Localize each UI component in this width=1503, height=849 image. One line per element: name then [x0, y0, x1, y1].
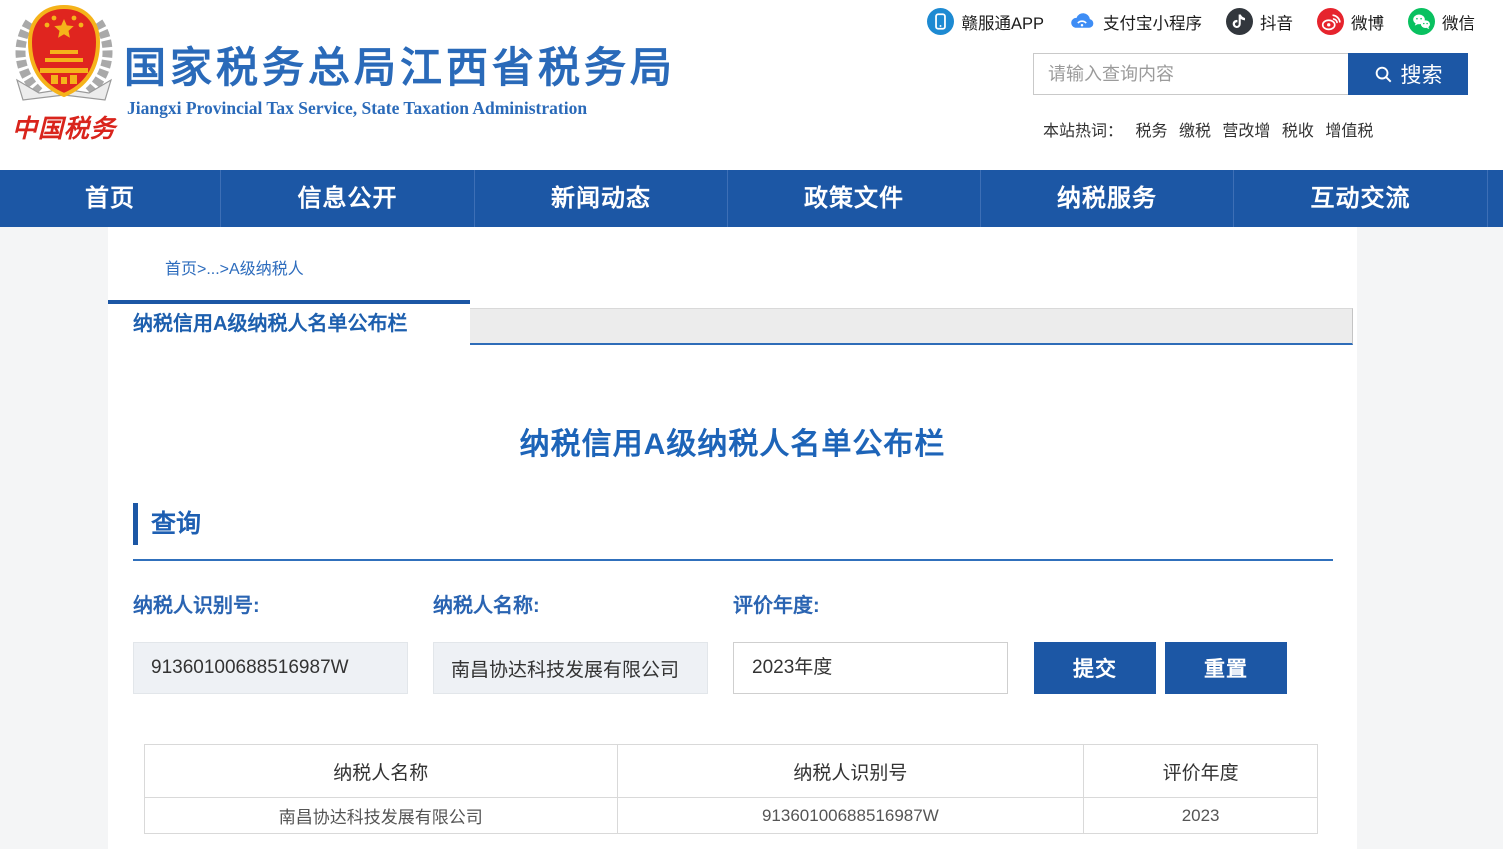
weibo-icon [1317, 8, 1344, 35]
main-nav: 首页 信息公开 新闻动态 政策文件 纳税服务 互动交流 [0, 170, 1503, 227]
nav-item-interaction[interactable]: 互动交流 [1234, 170, 1488, 227]
social-links: 赣服通APP 支付宝小程序 抖音 微博 [927, 8, 1475, 35]
page-title: 纳税信用A级纳税人名单公布栏 [108, 419, 1357, 463]
social-label: 微信 [1442, 10, 1475, 34]
taxpayer-id-input[interactable] [133, 642, 408, 694]
cell-taxpayer-id: 91360100688516987W [617, 798, 1084, 834]
hot-word-link[interactable]: 营改增 [1222, 123, 1270, 140]
section-divider [133, 559, 1333, 561]
hot-word-link[interactable]: 缴税 [1179, 123, 1211, 140]
site-subtitle: Jiangxi Provincial Tax Service, State Ta… [127, 98, 587, 119]
search-bar: 搜索 [1033, 53, 1468, 95]
alipay-cloud-icon [1068, 8, 1096, 35]
result-table: 纳税人名称 纳税人识别号 评价年度 南昌协达科技发展有限公司 913601006… [144, 744, 1318, 834]
social-weibo[interactable]: 微博 [1317, 8, 1384, 35]
social-label: 赣服通APP [961, 10, 1044, 34]
phone-app-icon [927, 8, 954, 35]
logo-calligraphy: 中国税务 [8, 109, 120, 145]
taxpayer-name-label: 纳税人名称: [433, 589, 540, 618]
nav-item-tax-services[interactable]: 纳税服务 [981, 170, 1234, 227]
table-header-evaluation-year: 评价年度 [1084, 745, 1318, 798]
site-logo: 中国税务 [8, 4, 120, 145]
hot-word-link[interactable]: 增值税 [1325, 123, 1373, 140]
social-alipay-miniprogram[interactable]: 支付宝小程序 [1068, 8, 1202, 35]
search-button[interactable]: 搜索 [1348, 53, 1468, 95]
tab-a-level-taxpayer-list[interactable]: 纳税信用A级纳税人名单公布栏 [108, 300, 470, 345]
social-ganfutong-app[interactable]: 赣服通APP [927, 8, 1044, 35]
hot-word-link[interactable]: 税务 [1135, 123, 1167, 140]
table-header-taxpayer-name: 纳税人名称 [145, 745, 618, 798]
social-wechat[interactable]: 微信 [1408, 8, 1475, 35]
search-input[interactable] [1033, 53, 1348, 95]
site-title: 国家税务总局江西省税务局 [124, 34, 676, 95]
tax-emblem-icon [9, 4, 119, 106]
hot-word-link[interactable]: 税收 [1282, 123, 1314, 140]
social-label: 支付宝小程序 [1103, 10, 1202, 34]
table-header-row: 纳税人名称 纳税人识别号 评价年度 [145, 745, 1318, 798]
evaluation-year-label: 评价年度: [733, 589, 820, 618]
breadcrumb[interactable]: 首页>...>A级纳税人 [165, 255, 304, 279]
query-section-title: 查询 [133, 503, 201, 545]
table-row: 南昌协达科技发展有限公司 91360100688516987W 2023 [145, 798, 1318, 834]
evaluation-year-select[interactable]: 2023年度 [733, 642, 1008, 694]
table-header-taxpayer-id: 纳税人识别号 [617, 745, 1084, 798]
wechat-icon [1408, 8, 1435, 35]
social-label: 抖音 [1260, 10, 1293, 34]
submit-button[interactable]: 提交 [1034, 642, 1156, 694]
douyin-icon [1226, 8, 1253, 35]
cell-taxpayer-name: 南昌协达科技发展有限公司 [145, 798, 618, 834]
social-label: 微博 [1351, 10, 1384, 34]
search-icon [1374, 65, 1393, 84]
cell-evaluation-year: 2023 [1084, 798, 1318, 834]
nav-endcap [1488, 170, 1503, 227]
nav-item-home[interactable]: 首页 [0, 170, 221, 227]
hot-words-label: 本站热词： [1043, 123, 1123, 140]
content-panel: 首页>...>A级纳税人 纳税信用A级纳税人名单公布栏 纳税信用A级纳税人名单公… [108, 227, 1357, 849]
taxpayer-id-label: 纳税人识别号: [133, 589, 260, 618]
reset-button[interactable]: 重置 [1165, 642, 1287, 694]
hot-words: 本站热词： 税务 缴税 营改增 税收 增值税 [1043, 117, 1380, 141]
search-button-label: 搜索 [1401, 59, 1443, 89]
nav-item-info-disclosure[interactable]: 信息公开 [221, 170, 475, 227]
site-header: 中国税务 国家税务总局江西省税务局 Jiangxi Provincial Tax… [0, 0, 1503, 170]
nav-item-policy-documents[interactable]: 政策文件 [728, 170, 981, 227]
tab-bar-filler [470, 308, 1353, 345]
taxpayer-name-input[interactable] [433, 642, 708, 694]
tab-bar: 纳税信用A级纳税人名单公布栏 [108, 300, 1353, 345]
social-douyin[interactable]: 抖音 [1226, 8, 1293, 35]
nav-item-news[interactable]: 新闻动态 [475, 170, 728, 227]
